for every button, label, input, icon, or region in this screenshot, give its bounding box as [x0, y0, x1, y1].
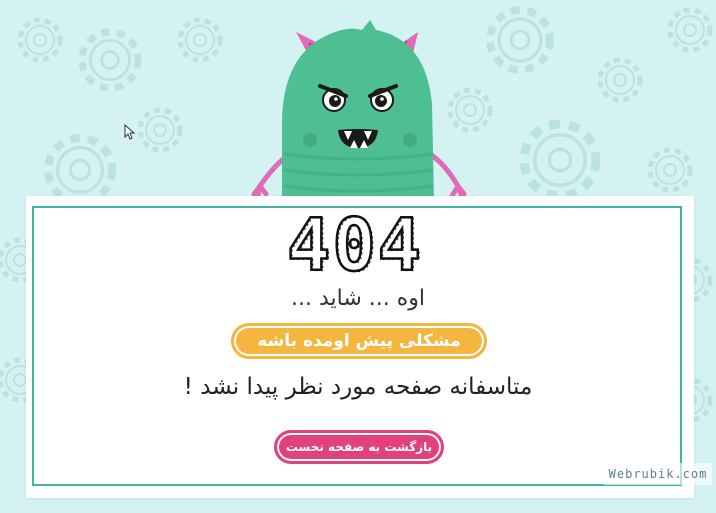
error-code-404: 404 404 [286, 208, 424, 280]
mouse-cursor-icon [124, 124, 136, 140]
svg-text:404: 404 [288, 208, 424, 280]
back-to-home-button[interactable]: بازگشت به صفحه نخست [274, 430, 444, 464]
error-message: متاسفانه صفحه مورد نظر پیدا نشد ! [183, 374, 533, 400]
watermark: Webrubik.com [604, 463, 712, 485]
error-subtitle: اوه ... شاید ... [290, 286, 425, 311]
monster-illustration [251, 20, 467, 200]
problem-badge: مشکلی پیش اومده باشه [231, 323, 487, 359]
